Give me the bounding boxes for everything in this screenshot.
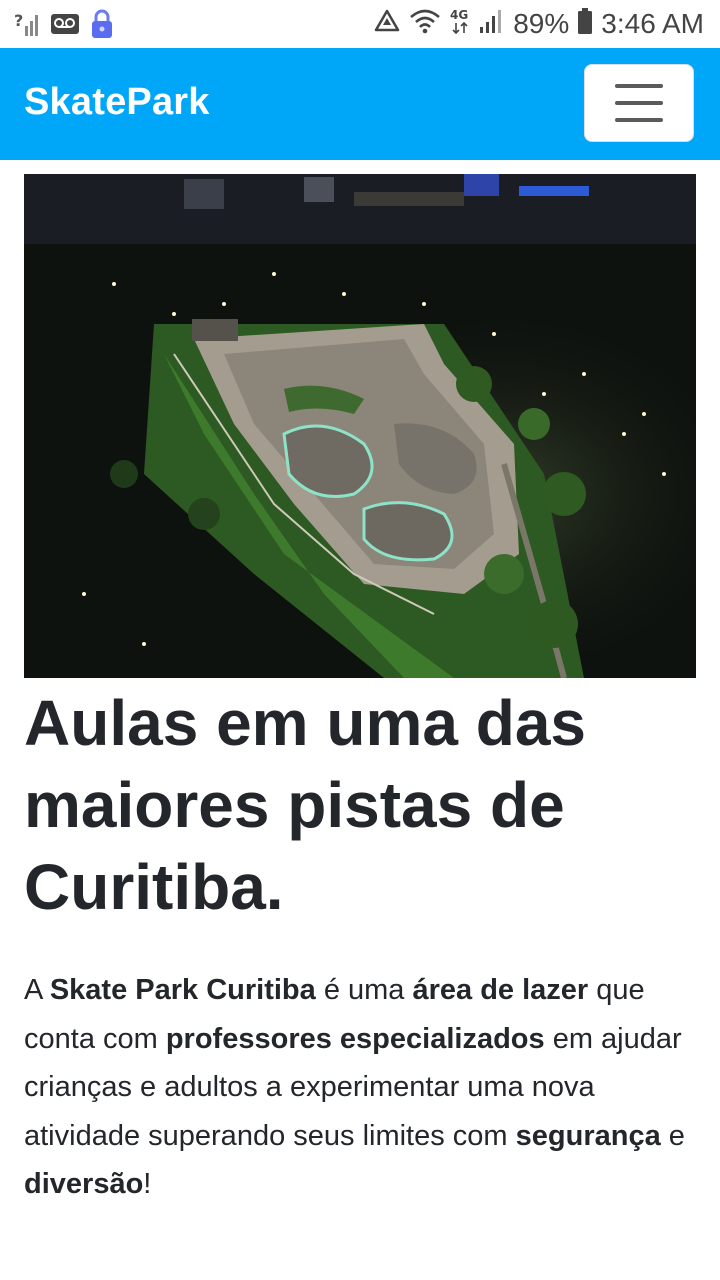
unknown-signal-icon: ? <box>14 9 40 44</box>
status-left-icons: ? <box>14 8 114 45</box>
aerial-night-skatepark-photo <box>24 174 696 678</box>
wifi-icon <box>409 8 441 39</box>
park-name: Skate Park Curitiba <box>49 974 316 1006</box>
page-title: Aulas em uma das maiores pistas de Curit… <box>24 687 586 923</box>
safety-highlight: segurança <box>515 1119 661 1152</box>
battery-percent: 89% <box>513 7 570 39</box>
network-4g-icon: 4G <box>449 6 471 41</box>
clock: 3:46 AM <box>601 7 704 39</box>
navbar: SkatePark <box>0 48 720 160</box>
fun-highlight: diversão <box>24 1168 144 1200</box>
lock-icon <box>90 8 114 45</box>
status-right-icons: 4G 89% 3:46 AM <box>373 6 704 41</box>
status-bar: ? 4G 89% 3:46 AM <box>0 0 720 48</box>
recycle-icon <box>373 8 401 39</box>
signal-icon <box>479 7 505 40</box>
teachers-highlight: professores especializados <box>165 1022 545 1055</box>
svg-text:?: ? <box>14 11 23 30</box>
voicemail-icon <box>50 11 80 42</box>
battery-icon <box>577 7 593 40</box>
hero-image <box>24 174 696 678</box>
network-type-label: 4G <box>450 8 468 22</box>
intro-paragraph: A Skate Park Curitiba é uma área de laze… <box>24 974 685 1200</box>
hamburger-icon <box>615 84 663 88</box>
brand-link[interactable]: SkatePark <box>24 81 210 124</box>
leisure-area-highlight: área de lazer <box>412 974 589 1006</box>
menu-toggle-button[interactable] <box>584 64 694 142</box>
